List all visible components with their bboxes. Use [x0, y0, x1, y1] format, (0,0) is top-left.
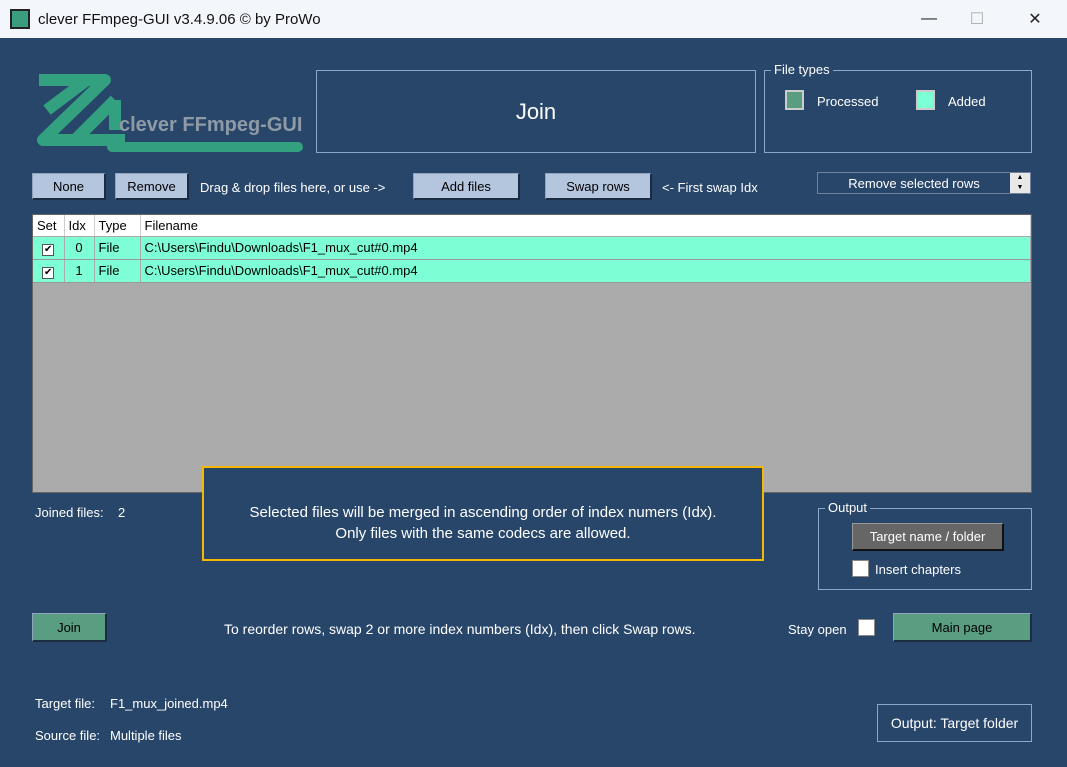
- app-logo: clever FFmpeg-GUI: [35, 70, 305, 155]
- file-types-group: File types Processed Added: [764, 62, 1032, 153]
- remove-selected-rows-spinner[interactable]: Remove selected rows ▲ ▼: [817, 172, 1031, 194]
- col-idx[interactable]: Idx: [64, 215, 95, 237]
- col-type[interactable]: Type: [94, 215, 141, 237]
- remove-button[interactable]: Remove: [115, 173, 189, 200]
- insert-chapters-checkbox[interactable]: [852, 560, 869, 577]
- row-type: File: [94, 259, 141, 283]
- spin-arrows-icon[interactable]: ▲ ▼: [1010, 173, 1030, 193]
- output-target-folder-button[interactable]: Output: Target folder: [877, 704, 1032, 742]
- added-swatch: [916, 90, 935, 110]
- output-legend: Output: [825, 500, 871, 515]
- row-idx[interactable]: 0: [64, 236, 95, 260]
- col-set[interactable]: Set: [33, 215, 65, 237]
- app-icon: [10, 9, 30, 29]
- info-line-2: Only files with the same codecs are allo…: [335, 525, 631, 542]
- target-name-folder-button[interactable]: Target name / folder: [852, 523, 1004, 551]
- add-files-button[interactable]: Add files: [413, 173, 520, 200]
- table-row[interactable]: ✔ 0 File C:\Users\Findu\Downloads\F1_mux…: [33, 236, 1031, 260]
- window-title: clever FFmpeg-GUI v3.4.9.06 © by ProWo: [38, 10, 321, 28]
- col-filename[interactable]: Filename: [140, 215, 1031, 237]
- joined-files-count: 2: [118, 505, 126, 520]
- remove-selected-label: Remove selected rows: [848, 175, 980, 191]
- output-group: Output Target name / folder Insert chapt…: [818, 500, 1032, 590]
- file-types-legend: File types: [771, 62, 833, 77]
- source-file-label: Source file:: [35, 728, 101, 743]
- joined-files-label: Joined files:: [35, 505, 104, 520]
- logo-text: clever FFmpeg-GUI: [119, 114, 303, 136]
- maximize-button[interactable]: ☐: [954, 0, 1000, 38]
- swap-hint: <- First swap Idx: [662, 180, 758, 195]
- stay-open-label: Stay open: [788, 622, 847, 637]
- title-bar: clever FFmpeg-GUI v3.4.9.06 © by ProWo —…: [0, 0, 1067, 38]
- drag-drop-hint: Drag & drop files here, or use ->: [200, 180, 386, 195]
- row-filename: C:\Users\Findu\Downloads\F1_mux_cut#0.mp…: [140, 236, 1031, 260]
- join-button[interactable]: Join: [32, 613, 107, 642]
- reorder-hint: To reorder rows, swap 2 or more index nu…: [224, 621, 696, 637]
- insert-chapters-label: Insert chapters: [875, 562, 961, 577]
- none-button[interactable]: None: [32, 173, 106, 200]
- processed-label: Processed: [817, 94, 879, 109]
- file-table: Set Idx Type Filename ✔ 0 File C:\Users\…: [32, 214, 1032, 493]
- target-file-label: Target file:: [35, 696, 95, 711]
- mode-title: Join: [316, 70, 756, 153]
- main-page-button[interactable]: Main page: [893, 613, 1032, 642]
- swap-rows-button[interactable]: Swap rows: [545, 173, 652, 200]
- row-filename: C:\Users\Findu\Downloads\F1_mux_cut#0.mp…: [140, 259, 1031, 283]
- stay-open-checkbox[interactable]: [858, 619, 875, 636]
- row-checkbox[interactable]: ✔: [42, 266, 55, 279]
- minimize-button[interactable]: —: [906, 0, 952, 38]
- info-box: Selected files will be merged in ascendi…: [202, 466, 764, 561]
- processed-swatch: [785, 90, 804, 110]
- ffmpeg-logo-icon: [37, 74, 303, 152]
- row-idx[interactable]: 1: [64, 259, 95, 283]
- table-row[interactable]: ✔ 1 File C:\Users\Findu\Downloads\F1_mux…: [33, 259, 1031, 283]
- info-line-1: Selected files will be merged in ascendi…: [249, 504, 717, 521]
- row-checkbox[interactable]: ✔: [42, 243, 55, 256]
- row-type: File: [94, 236, 141, 260]
- table-header: Set Idx Type Filename: [33, 215, 1031, 237]
- target-file-value: F1_mux_joined.mp4: [110, 696, 228, 711]
- added-label: Added: [948, 94, 986, 109]
- source-file-value: Multiple files: [110, 728, 182, 743]
- close-button[interactable]: ✕: [1012, 0, 1058, 38]
